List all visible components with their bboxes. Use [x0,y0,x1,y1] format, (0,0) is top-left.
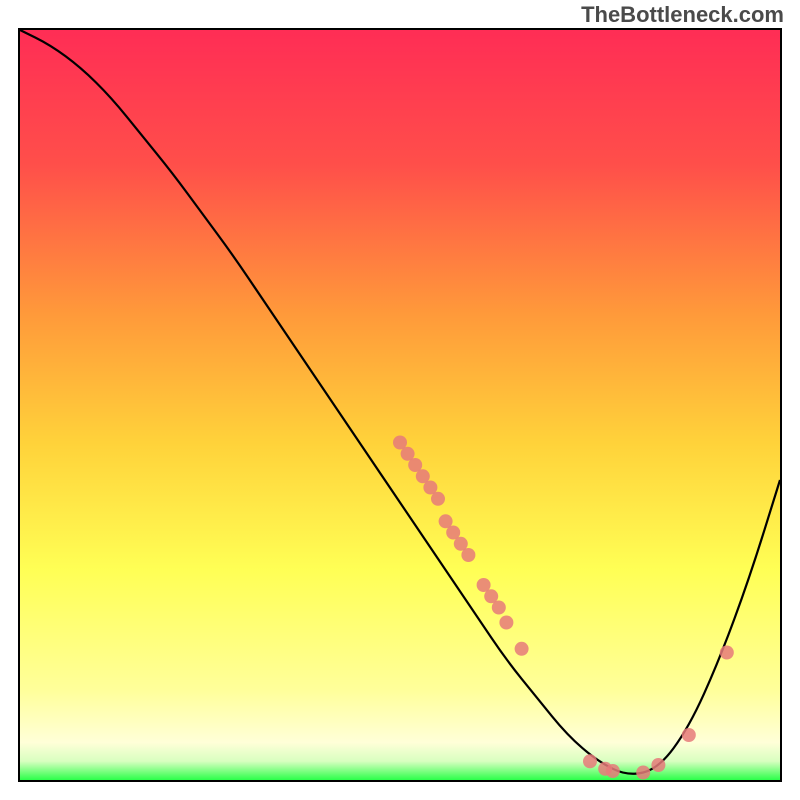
bottleneck-curve [20,30,780,774]
curve-layer [20,30,780,780]
data-marker [651,758,665,772]
data-marker [682,728,696,742]
data-marker [499,616,513,630]
data-markers [393,436,734,780]
data-marker [431,492,445,506]
chart-container: TheBottleneck.com [0,0,800,800]
data-marker [720,646,734,660]
data-marker [461,548,475,562]
curve-path [20,30,780,774]
plot-area [18,28,782,782]
data-marker [515,642,529,656]
data-marker [606,764,620,778]
data-marker [583,754,597,768]
data-marker [492,601,506,615]
data-marker [636,766,650,780]
watermark-text: TheBottleneck.com [581,2,784,28]
